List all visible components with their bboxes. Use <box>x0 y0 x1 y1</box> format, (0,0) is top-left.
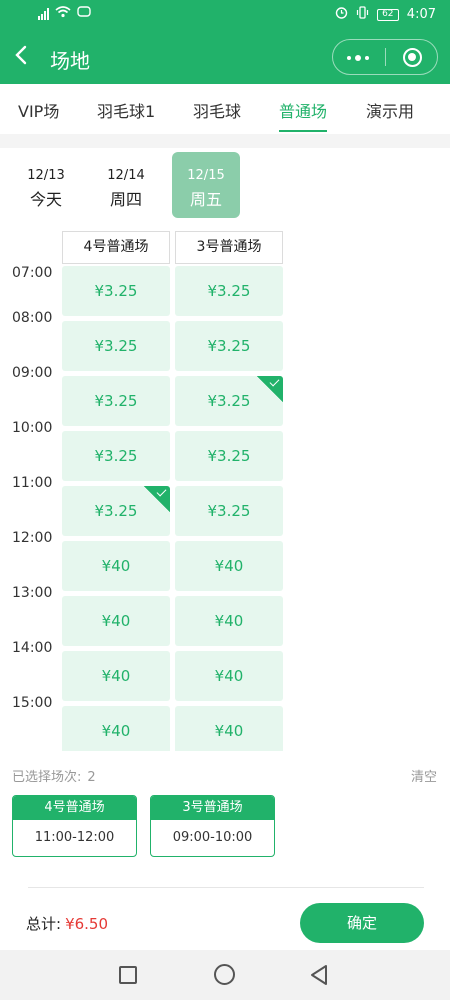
slot-court3-selected[interactable]: ¥3.25 <box>175 376 283 426</box>
tab-badminton[interactable]: 羽毛球 <box>193 98 241 122</box>
home-icon[interactable] <box>214 964 235 985</box>
tab-regular[interactable]: 普通场 <box>279 98 327 122</box>
slot-court4[interactable]: ¥3.25 <box>62 266 170 316</box>
slot-price: ¥40 <box>101 557 131 575</box>
slot-price: ¥3.25 <box>207 392 251 410</box>
slot-court4[interactable]: ¥40 <box>62 596 170 646</box>
status-right: 62 4:07 <box>335 6 436 23</box>
clear-button[interactable]: 清空 <box>411 766 437 785</box>
slot-court3[interactable]: ¥40 <box>175 596 283 646</box>
footer-divider <box>28 887 424 888</box>
confirm-button[interactable]: 确定 <box>300 903 424 943</box>
status-bar: 62 4:07 <box>0 0 450 32</box>
back-icon[interactable] <box>14 44 38 70</box>
date-option[interactable]: 12/13 今天 <box>12 152 80 218</box>
slot-price: ¥40 <box>214 557 244 575</box>
slot-price: ¥40 <box>101 722 131 740</box>
selected-slot-card[interactable]: 4号普通场 11:00-12:00 <box>12 795 137 857</box>
signal-icon <box>38 8 49 20</box>
venue-tabs: VIP场 羽毛球1 羽毛球 普通场 演示用 <box>0 84 450 134</box>
back-nav-icon[interactable] <box>310 964 328 986</box>
tab-badminton-1[interactable]: 羽毛球1 <box>97 98 155 122</box>
slot-price: ¥3.25 <box>94 392 138 410</box>
tab-demo[interactable]: 演示用 <box>366 98 414 122</box>
recent-apps-icon[interactable] <box>119 966 137 984</box>
close-miniprogram-icon[interactable] <box>403 48 422 67</box>
selected-slot-card[interactable]: 3号普通场 09:00-10:00 <box>150 795 275 857</box>
slot-price: ¥3.25 <box>94 337 138 355</box>
mini-program-capsule <box>332 39 438 75</box>
slot-price: ¥40 <box>101 612 131 630</box>
slot-price: ¥3.25 <box>207 282 251 300</box>
date-label: 12/15 <box>187 168 225 183</box>
slot-price: ¥40 <box>101 667 131 685</box>
status-left <box>38 6 91 22</box>
slot-court4[interactable]: ¥40 <box>62 706 170 751</box>
slot-price: ¥40 <box>214 612 244 630</box>
slot-grid: ¥3.25 ¥3.25 ¥3.25 ¥3.25 ¥3.25 ¥40 ¥40 ¥4… <box>0 266 450 751</box>
slot-court4[interactable]: ¥3.25 <box>62 431 170 481</box>
slot-court4[interactable]: ¥40 <box>62 651 170 701</box>
weekday-label: 今天 <box>29 190 62 209</box>
active-tab-indicator <box>279 130 327 132</box>
date-label: 12/13 <box>27 168 65 183</box>
message-icon <box>77 6 91 22</box>
slot-court4-selected[interactable]: ¥3.25 <box>62 486 170 536</box>
slot-court3[interactable]: ¥3.25 <box>175 486 283 536</box>
selected-count-label: 已选择场次: <box>12 770 82 785</box>
weekday-label: 周四 <box>109 190 142 209</box>
clock: 4:07 <box>406 7 436 22</box>
total-price: ¥6.50 <box>65 915 109 933</box>
date-option-selected[interactable]: 12/15 周五 <box>172 152 240 218</box>
slot-court3[interactable]: ¥3.25 <box>175 266 283 316</box>
check-icon <box>257 376 283 402</box>
alarm-icon <box>335 6 348 23</box>
slot-price: ¥3.25 <box>207 337 251 355</box>
date-option[interactable]: 12/14 周四 <box>92 152 160 218</box>
more-icon[interactable] <box>347 55 369 61</box>
system-navigation-bar <box>0 950 450 1000</box>
slot-price: ¥3.25 <box>94 447 138 465</box>
slot-court3[interactable]: ¥3.25 <box>175 321 283 371</box>
slot-price: ¥40 <box>214 722 244 740</box>
selected-slot-time: 09:00-10:00 <box>172 830 253 845</box>
capsule-divider <box>385 48 386 66</box>
selected-count: 已选择场次: 2 <box>12 766 96 785</box>
total: 总计: ¥6.50 <box>26 913 108 934</box>
slot-price: ¥3.25 <box>94 282 138 300</box>
slot-court4[interactable]: ¥3.25 <box>62 376 170 426</box>
slot-court3[interactable]: ¥3.25 <box>175 431 283 481</box>
slot-price: ¥40 <box>214 667 244 685</box>
slot-court3[interactable]: ¥40 <box>175 651 283 701</box>
vibrate-icon <box>356 6 369 23</box>
slot-court4[interactable]: ¥40 <box>62 541 170 591</box>
date-label: 12/14 <box>107 168 145 183</box>
court-header-4: 4号普通场 <box>62 231 170 264</box>
nav-bar: 场地 <box>0 32 450 84</box>
selected-count-value: 2 <box>87 770 96 785</box>
slot-court4[interactable]: ¥3.25 <box>62 321 170 371</box>
check-icon <box>144 486 170 512</box>
court-header-3: 3号普通场 <box>175 231 283 264</box>
selected-slot-court: 3号普通场 <box>151 796 274 820</box>
section-divider <box>0 134 450 148</box>
slot-price: ¥3.25 <box>207 502 251 520</box>
slot-court3[interactable]: ¥40 <box>175 541 283 591</box>
page-title: 场地 <box>50 49 90 73</box>
battery-icon: 62 <box>376 8 399 21</box>
selected-slot-court: 4号普通场 <box>13 796 136 820</box>
selected-slot-time: 11:00-12:00 <box>34 830 115 845</box>
total-label: 总计: <box>26 915 62 933</box>
tab-vip[interactable]: VIP场 <box>18 98 59 122</box>
weekday-label: 周五 <box>189 190 222 209</box>
wifi-icon <box>55 6 71 22</box>
slot-price: ¥3.25 <box>207 447 251 465</box>
slot-price: ¥3.25 <box>94 502 138 520</box>
slot-court3[interactable]: ¥40 <box>175 706 283 751</box>
